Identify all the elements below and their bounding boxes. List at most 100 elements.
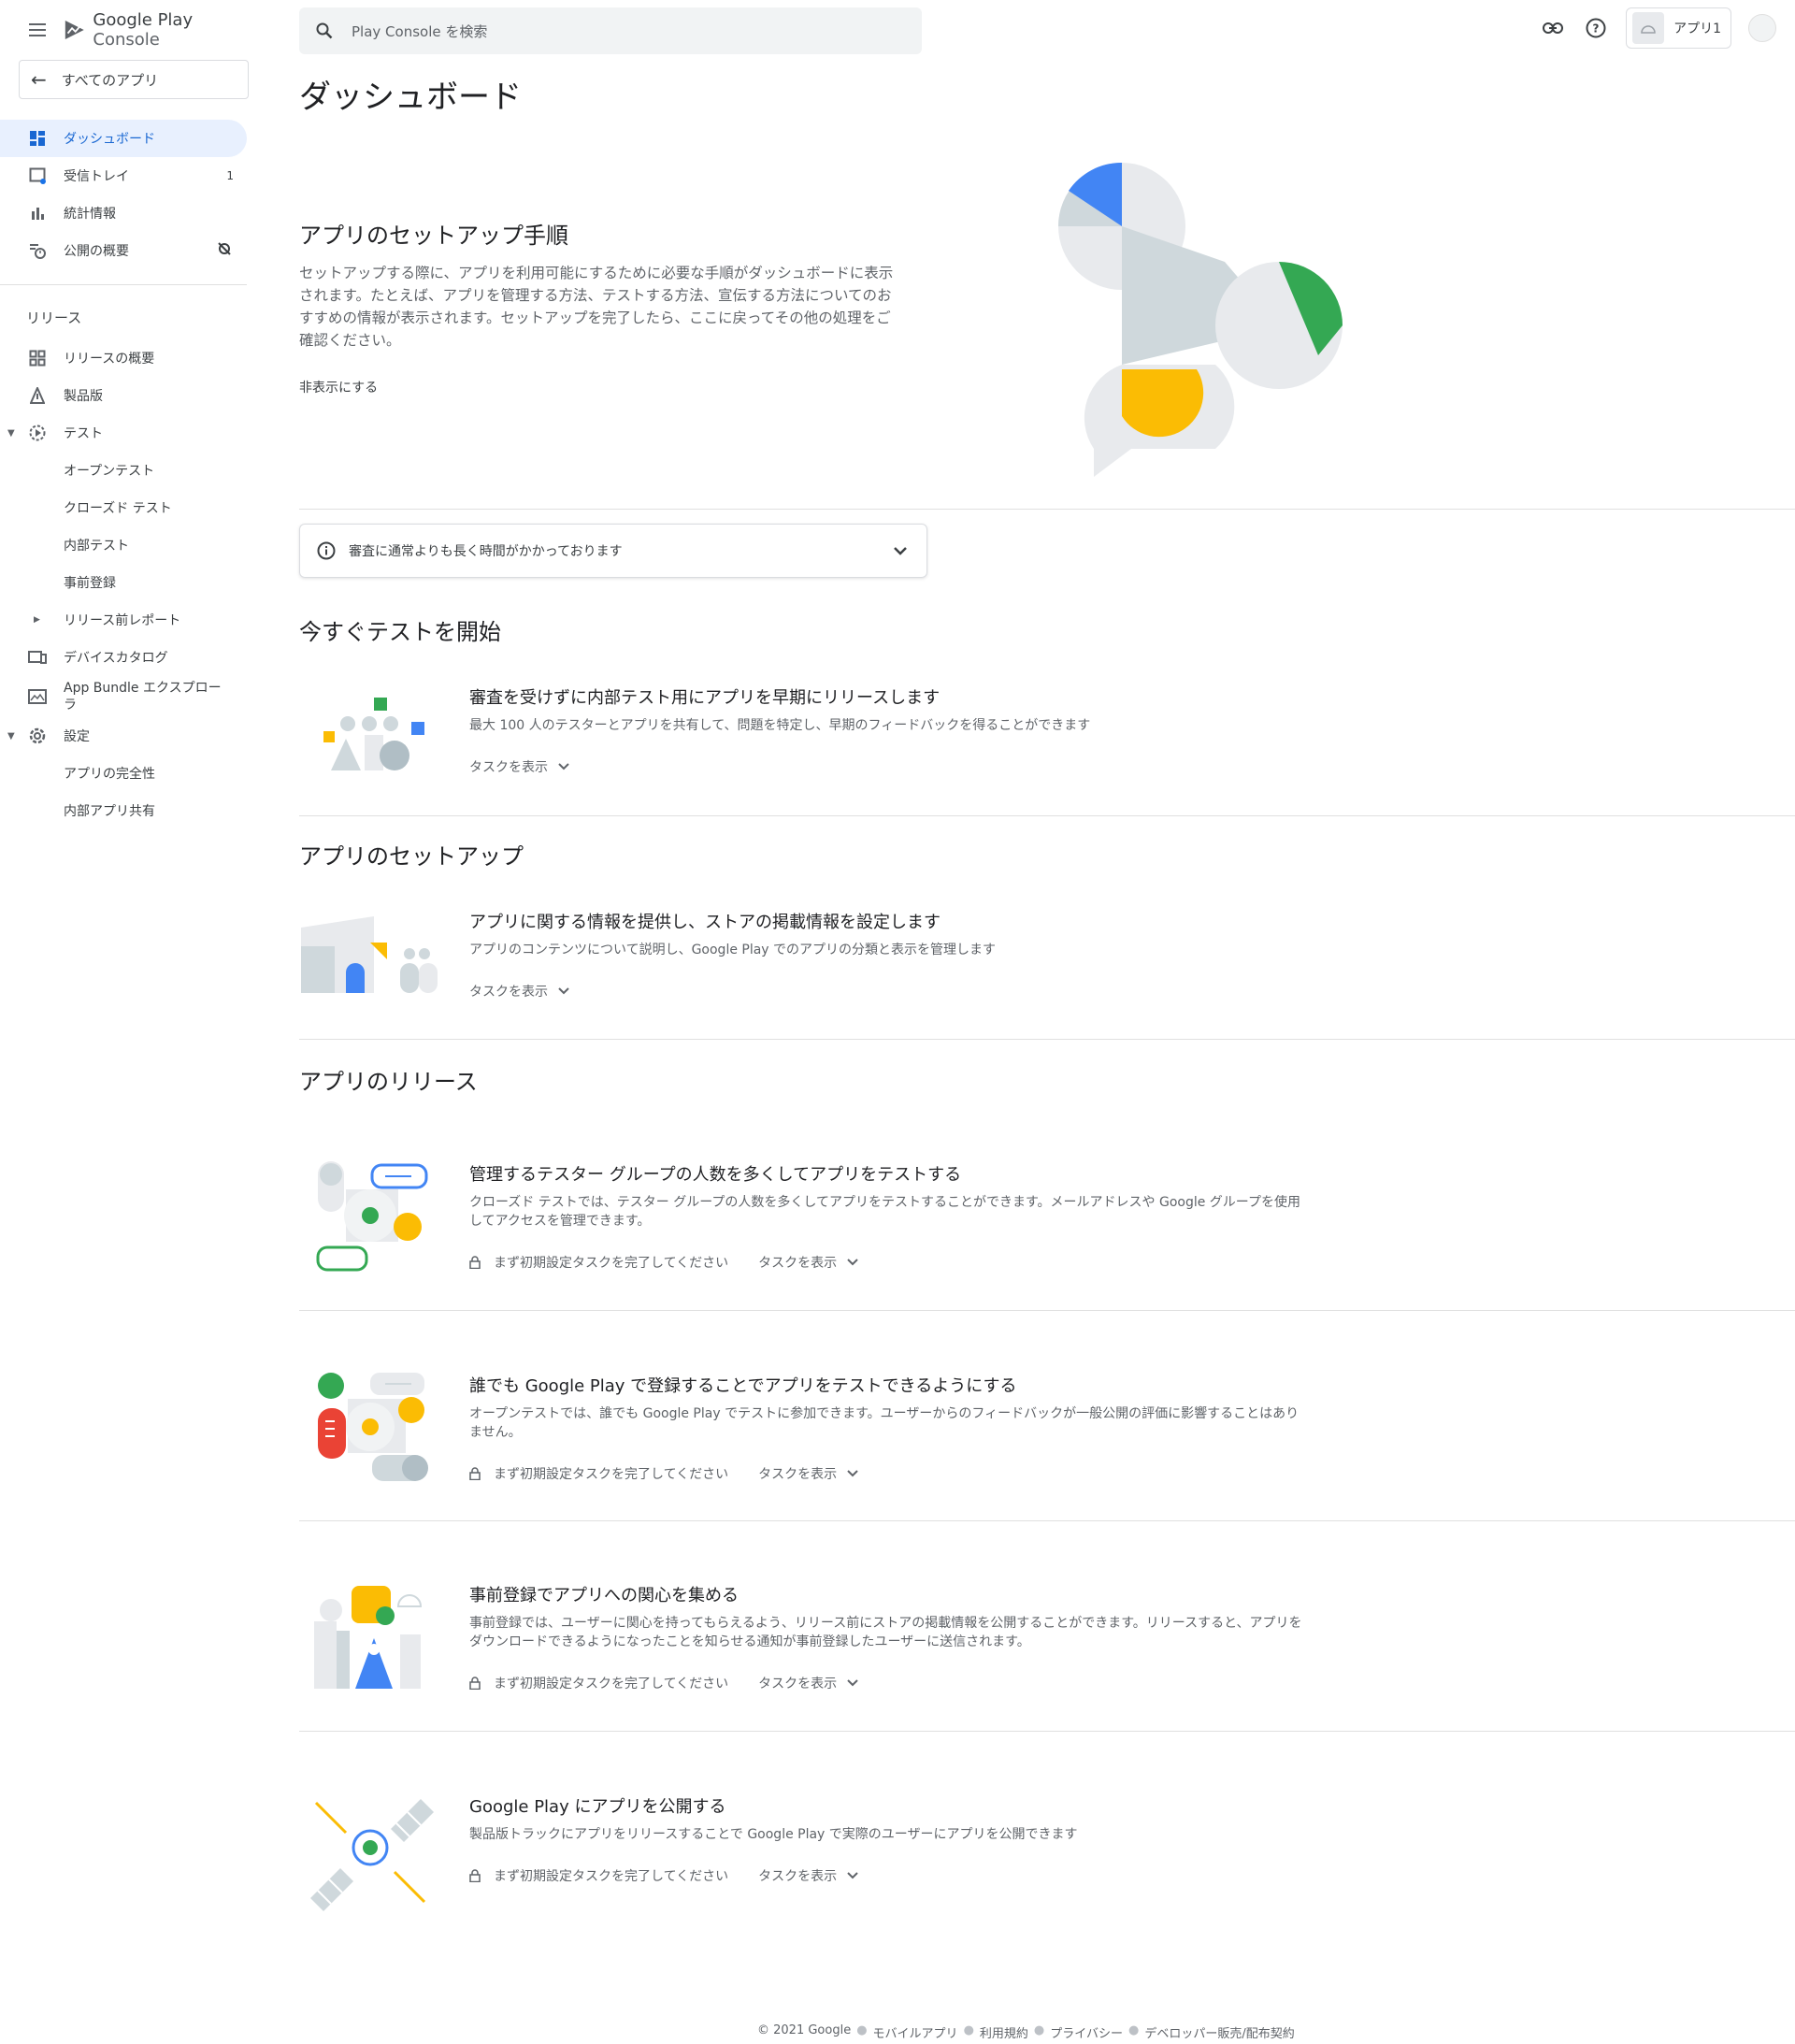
chevron-down-icon <box>847 1872 858 1879</box>
device-catalog-icon <box>28 648 47 667</box>
sidebar-item-pre-launch-report[interactable]: ▶ リリース前レポート <box>0 601 249 639</box>
show-tasks-button[interactable]: タスクを表示 <box>758 1866 859 1885</box>
sidebar-item-internal-testing[interactable]: 内部テスト <box>0 526 249 564</box>
task-card-closed-testing: 管理するテスター グループの人数を多くしてアプリをテストする クローズド テスト… <box>299 1161 1795 1311</box>
sidebar-item-dashboard[interactable]: ダッシュボード <box>0 120 247 157</box>
section-divider <box>299 1520 1795 1521</box>
show-tasks-label: タスクを表示 <box>758 1677 838 1691</box>
task-card-title: 管理するテスター グループの人数を多くしてアプリをテストする <box>469 1165 962 1185</box>
chevron-down-icon <box>558 987 569 995</box>
caret-down-icon[interactable]: ▼ <box>7 428 15 439</box>
publish-illustration <box>310 1799 434 1911</box>
play-console-logo-icon <box>65 21 84 39</box>
sidebar-item-label: 設定 <box>64 729 90 744</box>
task-card-description: クローズド テストでは、テスター グループの人数を多くしてアプリをテストすること… <box>469 1195 1300 1229</box>
show-tasks-button[interactable]: タスクを表示 <box>758 1674 859 1692</box>
sidebar-item-testing[interactable]: ▼ テスト <box>0 414 249 452</box>
sidebar-divider <box>0 284 247 285</box>
sidebar-item-device-catalog[interactable]: デバイスカタログ <box>0 639 249 676</box>
inbox-icon <box>28 166 47 185</box>
all-apps-label: すべてのアプリ <box>61 71 159 89</box>
info-icon <box>317 541 336 560</box>
app-name: アプリ1 <box>1673 22 1721 36</box>
sidebar-item-label: リリース前レポート <box>64 613 181 628</box>
app-bundle-icon <box>28 687 47 706</box>
task-card-description: 製品版トラックにアプリをリリースすることで Google Play で実際のユー… <box>469 1827 1078 1842</box>
pre-registration-illustration <box>314 1586 423 1689</box>
sidebar-item-release-overview[interactable]: リリースの概要 <box>0 339 249 377</box>
task-card-description: 最大 100 人のテスターとアプリを共有して、問題を特定し、早期のフィードバック… <box>469 718 1091 733</box>
sidebar-item-publishing-overview[interactable]: 公開の概要 <box>0 232 249 269</box>
task-card-actions: まず初期設定タスクを完了してください タスクを表示 <box>469 1674 859 1692</box>
inbox-count-badge: 1 <box>226 169 234 182</box>
show-tasks-label: タスクを表示 <box>758 1869 838 1884</box>
footer-link-dda[interactable]: デベロッパー販売/配布契約 <box>1144 2023 1294 2041</box>
chevron-down-icon[interactable] <box>891 541 910 560</box>
show-tasks-button[interactable]: タスクを表示 <box>758 1464 859 1483</box>
link-icon[interactable] <box>1540 15 1566 41</box>
production-icon <box>28 386 47 405</box>
task-card-actions: まず初期設定タスクを完了してください タスクを表示 <box>469 1866 859 1885</box>
menu-icon[interactable] <box>26 19 47 41</box>
sync-disabled-icon <box>217 241 232 260</box>
footer-link-mobile-app[interactable]: モバイルアプリ <box>873 2023 958 2041</box>
setup-description: セットアップする際に、アプリを利用可能にするために必要な手順がダッシュボードに表… <box>299 265 894 349</box>
open-testing-illustration <box>318 1373 428 1481</box>
section-divider <box>299 509 1795 510</box>
show-tasks-button[interactable]: タスクを表示 <box>469 757 570 776</box>
play-console-logo[interactable]: Google Play Console <box>64 10 249 50</box>
show-tasks-button[interactable]: タスクを表示 <box>469 982 570 1000</box>
sidebar-item-pre-registration[interactable]: 事前登録 <box>0 564 249 601</box>
sidebar-item-label: 内部アプリ共有 <box>64 804 155 819</box>
footer-separator: ● <box>963 2023 974 2037</box>
lock-icon <box>469 1256 481 1269</box>
review-delay-notice[interactable]: 審査に通常よりも長く時間がかかっております <box>299 524 927 578</box>
sidebar-item-app-integrity[interactable]: アプリの完全性 <box>0 755 249 792</box>
gear-icon <box>28 727 47 745</box>
section-heading-start-testing: 今すぐテストを開始 <box>299 619 501 645</box>
bar-chart-icon <box>28 204 47 223</box>
chevron-down-icon <box>847 1259 858 1266</box>
sidebar-item-statistics[interactable]: 統計情報 <box>0 194 249 232</box>
sidebar-item-production[interactable]: 製品版 <box>0 377 249 414</box>
closed-testing-illustration <box>316 1161 428 1272</box>
task-card-title: 誰でも Google Play で登録することでアプリをテストできるようにする <box>469 1376 1017 1396</box>
show-tasks-button[interactable]: タスクを表示 <box>758 1253 859 1272</box>
sidebar-item-app-bundle-explorer[interactable]: App Bundle エクスプローラ <box>0 676 249 717</box>
arrow-back-icon: ← <box>31 68 47 91</box>
hide-link[interactable]: 非表示にする <box>299 378 378 396</box>
section-divider <box>299 1039 1795 1040</box>
task-card-open-testing: 誰でも Google Play で登録することでアプリをテストできるようにする … <box>299 1373 1795 1522</box>
top-right-actions: ? アプリ1 <box>1540 6 1776 50</box>
sidebar-item-internal-app-sharing[interactable]: 内部アプリ共有 <box>0 792 249 828</box>
sidebar-item-label: ダッシュボード <box>64 132 155 147</box>
sidebar-item-settings[interactable]: ▼ 設定 <box>0 717 249 755</box>
sidebar-item-label: アプリの完全性 <box>64 767 155 782</box>
footer-separator: ● <box>1128 2023 1140 2037</box>
footer-link-privacy[interactable]: プライバシー <box>1050 2023 1123 2041</box>
avatar[interactable] <box>1748 14 1776 42</box>
caret-right-icon[interactable]: ▶ <box>34 615 40 625</box>
chevron-down-icon <box>847 1470 858 1477</box>
svg-text:?: ? <box>1593 22 1600 36</box>
locked-status: まず初期設定タスクを完了してください <box>469 1674 728 1692</box>
show-tasks-label: タスクを表示 <box>758 1256 838 1271</box>
lock-icon <box>469 1677 481 1690</box>
locked-status: まず初期設定タスクを完了してください <box>469 1866 728 1885</box>
help-icon[interactable]: ? <box>1583 15 1609 41</box>
footer: © 2021 Google ● モバイルアプリ ● 利用規約 ● プライバシー … <box>757 2023 1295 2041</box>
sidebar-item-inbox[interactable]: 受信トレイ 1 <box>0 157 249 194</box>
search-input[interactable]: Play Console を検索 <box>299 7 922 54</box>
app-switcher[interactable]: アプリ1 <box>1626 7 1731 49</box>
sidebar-item-label: リリースの概要 <box>64 352 155 367</box>
caret-down-icon[interactable]: ▼ <box>7 731 15 741</box>
footer-link-terms[interactable]: 利用規約 <box>980 2023 1028 2041</box>
task-card-pre-registration: 事前登録でアプリへの関心を集める 事前登録では、ユーザーに関心を持ってもらえるよ… <box>299 1582 1795 1732</box>
sidebar-item-open-testing[interactable]: オープンテスト <box>0 452 249 489</box>
locked-text: まず初期設定タスクを完了してください <box>494 1467 729 1482</box>
sidebar-item-label: テスト <box>64 426 103 441</box>
sidebar-item-closed-testing[interactable]: クローズド テスト <box>0 489 249 526</box>
task-card-internal-testing: 審査を受けずに内部テスト用にアプリを早期にリリースします 最大 100 人のテス… <box>299 684 1795 834</box>
all-apps-button[interactable]: ← すべてのアプリ <box>19 60 249 99</box>
locked-status: まず初期設定タスクを完了してください <box>469 1253 728 1272</box>
